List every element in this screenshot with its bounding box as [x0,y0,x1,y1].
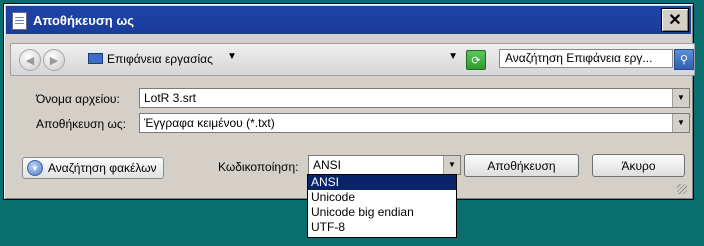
arrow-right-icon: ▶ [49,54,59,67]
savetype-label: Αποθήκευση ως: [36,117,126,131]
cancel-button[interactable]: Άκυρο [592,154,685,177]
back-button[interactable]: ◀ [19,49,41,71]
close-icon: ✕ [668,12,682,29]
chevron-down-icon: ▼ [27,160,43,176]
filename-label: Όνομα αρχείου: [36,92,120,106]
window-title: Αποθήκευση ως [33,13,135,28]
save-button[interactable]: Αποθήκευση [464,154,579,177]
savetype-dropdown-icon[interactable]: ▼ [672,114,689,132]
address-location: Επιφάνεια εργασίας [107,52,213,66]
encoding-option-ansi[interactable]: ANSI [308,175,456,190]
encoding-value: ANSI [313,158,342,172]
title-bar[interactable]: Αποθήκευση ως ✕ [6,6,691,34]
encoding-label: Κωδικοποίηση: [218,160,299,174]
browse-folders-label: Αναζήτηση φακέλων [48,161,157,175]
address-bar[interactable]: Επιφάνεια εργασίας ▼ ▼ [88,50,458,68]
refresh-button[interactable]: ⟳ [466,50,486,70]
arrow-left-icon: ◀ [25,54,35,67]
navigation-bar: ◀ ▶ Επιφάνεια εργασίας ▼ ▼ ⟳ Αναζήτηση Ε… [10,43,695,76]
filename-field[interactable]: LotR 3.srt ▼ [139,88,690,108]
savetype-value: Έγγραφα κειμένου (*.txt) [144,116,275,130]
desktop-icon [88,53,103,64]
search-button[interactable]: ⚲ [674,49,694,70]
close-button[interactable]: ✕ [661,8,689,32]
resize-grip[interactable] [677,184,687,194]
search-icon: ⚲ [679,54,689,66]
encoding-option-unicode[interactable]: Unicode [308,190,456,205]
save-as-dialog: Αποθήκευση ως ✕ ◀ ▶ Επιφάνεια εργασίας ▼… [3,3,695,200]
encoding-option-unicode-big-endian[interactable]: Unicode big endian [308,205,456,220]
filename-dropdown-icon[interactable]: ▼ [672,89,689,107]
notepad-icon [12,12,27,30]
forward-button[interactable]: ▶ [43,49,65,71]
encoding-dropdown-icon[interactable]: ▼ [443,156,460,174]
filename-value: LotR 3.srt [144,91,197,105]
savetype-select[interactable]: Έγγραφα κειμένου (*.txt) ▼ [139,113,690,133]
encoding-dropdown-list: ANSI Unicode Unicode big endian UTF-8 [307,174,457,238]
breadcrumb-arrow-icon[interactable]: ▼ [227,51,237,62]
refresh-icon: ⟳ [471,54,481,67]
encoding-option-utf8[interactable]: UTF-8 [308,220,456,235]
encoding-select[interactable]: ANSI ▼ [308,155,461,175]
address-dropdown-icon[interactable]: ▼ [448,51,458,62]
browse-folders-button[interactable]: ▼ Αναζήτηση φακέλων [22,157,164,179]
search-input[interactable]: Αναζήτηση Επιφάνεια εργ... [499,49,673,68]
